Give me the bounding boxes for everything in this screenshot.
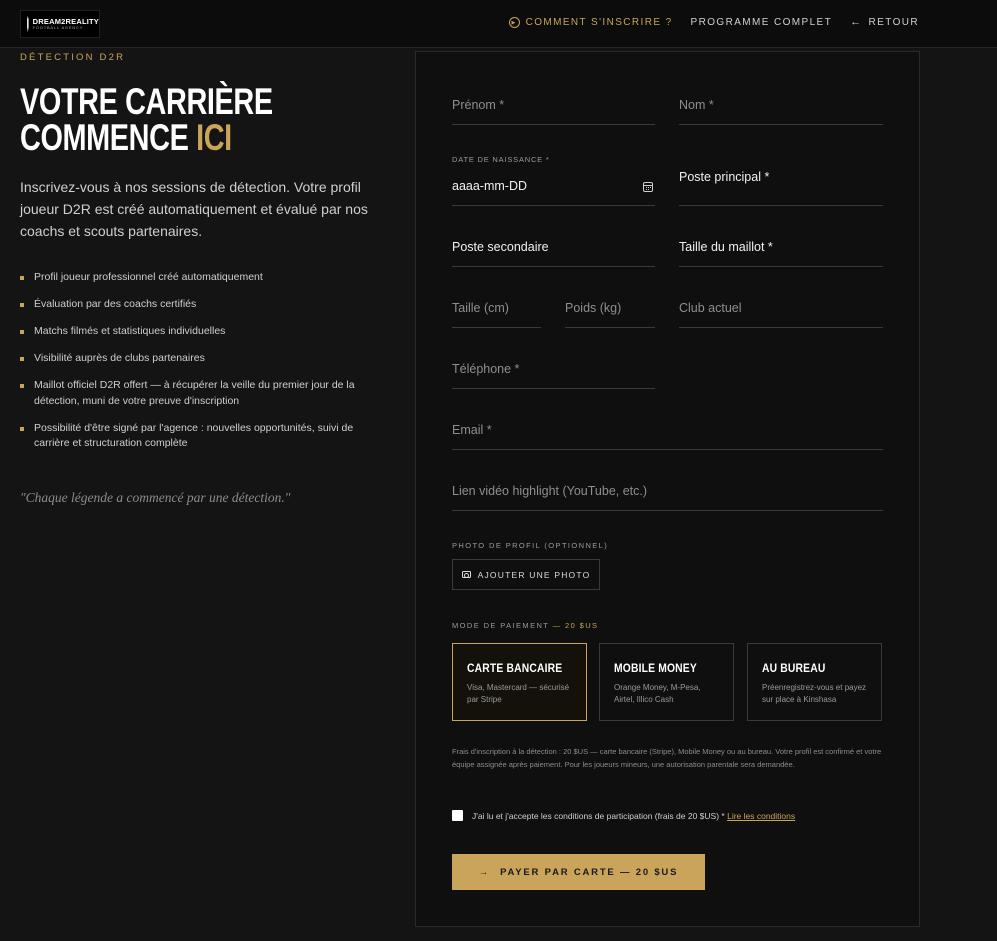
last-name-field[interactable]: Nom *	[679, 87, 883, 125]
page-title: VOTRE CARRIÈRE COMMENCE ICI	[20, 81, 273, 158]
list-item: Maillot officiel D2R offert — à récupére…	[20, 378, 370, 409]
add-photo-button[interactable]: AJOUTER UNE PHOTO	[452, 559, 600, 590]
nav-how-to-register[interactable]: ▶ COMMENT S'INSCRIRE ?	[508, 17, 673, 28]
benefits-list: Profil joueur professionnel créé automat…	[20, 270, 370, 463]
payment-option-mobile-money[interactable]: MOBILE MONEY Orange Money, M-Pesa, Airte…	[599, 643, 734, 721]
top-navigation-bar: DREAM2REALITY FOOTBALL AGENCY ▶ COMMENT …	[0, 0, 997, 48]
main-nav: ▶ COMMENT S'INSCRIRE ? PROGRAMME COMPLET…	[508, 16, 919, 29]
calendar-icon[interactable]	[643, 182, 653, 192]
payment-option-office[interactable]: AU BUREAU Préenregistrez-vous et payez s…	[747, 643, 882, 721]
consent-row: J'ai lu et j'accepte les conditions de p…	[452, 810, 795, 821]
jersey-size-select[interactable]: Taille du maillot *	[679, 228, 883, 267]
phone-field[interactable]: Téléphone *	[452, 350, 655, 389]
payment-label: MODE DE PAIEMENT — 20 $US	[452, 621, 599, 630]
first-name-field[interactable]: Prénom *	[452, 87, 655, 125]
logo-name: DREAM2REALITY	[32, 16, 99, 26]
logo-tagline: FOOTBALL AGENCY	[32, 25, 84, 31]
email-field[interactable]: Email *	[452, 411, 883, 450]
photo-label: PHOTO DE PROFIL (OPTIONNEL)	[452, 541, 609, 550]
nav-back[interactable]: ← RETOUR	[850, 16, 919, 29]
pay-submit-button[interactable]: → PAYER PAR CARTE — 20 $US	[452, 854, 705, 890]
brand-logo[interactable]: DREAM2REALITY FOOTBALL AGENCY	[20, 10, 100, 38]
main-position-select[interactable]: Poste principal *	[679, 155, 883, 206]
current-club-field[interactable]: Club actuel	[679, 289, 883, 328]
weight-field[interactable]: Poids (kg)	[565, 289, 655, 328]
tagline-quote: "Chaque légende a commencé par une détec…	[20, 490, 291, 505]
secondary-position-select[interactable]: Poste secondaire	[452, 228, 655, 267]
list-item: Matchs filmés et statistiques individuel…	[20, 324, 370, 340]
arrow-left-icon: ←	[850, 16, 863, 28]
list-item: Possibilité d'être signé par l'agence : …	[20, 421, 370, 452]
birthdate-field[interactable]: DATE DE NAISSANCE * aaaa-mm-DD	[452, 155, 655, 206]
arrow-right-icon: →	[478, 866, 491, 878]
shield-logo-icon	[27, 16, 29, 32]
intro-lead: Inscrivez-vous à nos sessions de détecti…	[20, 179, 368, 239]
consent-checkbox[interactable]	[452, 810, 463, 821]
list-item: Évaluation par des coachs certifiés	[20, 297, 370, 313]
birthdate-label: DATE DE NAISSANCE *	[452, 155, 550, 164]
payment-option-card[interactable]: CARTE BANCAIRE Visa, Mastercard — sécuri…	[452, 643, 587, 721]
height-field[interactable]: Taille (cm)	[452, 289, 541, 328]
nav-full-program[interactable]: PROGRAMME COMPLET	[691, 17, 833, 28]
list-item: Profil joueur professionnel créé automat…	[20, 270, 370, 286]
camera-icon	[461, 571, 471, 578]
play-circle-icon: ▶	[508, 17, 520, 28]
registration-form: Prénom * Nom * DATE DE NAISSANCE * aaaa-…	[415, 51, 920, 927]
section-kicker: DÉTECTION D2R	[20, 52, 126, 63]
fees-info: Frais d'inscription à la détection : 20 …	[452, 747, 882, 769]
video-link-field[interactable]: Lien vidéo highlight (YouTube, etc.)	[452, 472, 883, 511]
terms-link[interactable]: Lire les conditions	[727, 811, 795, 821]
list-item: Visibilité auprès de clubs partenaires	[20, 351, 370, 367]
